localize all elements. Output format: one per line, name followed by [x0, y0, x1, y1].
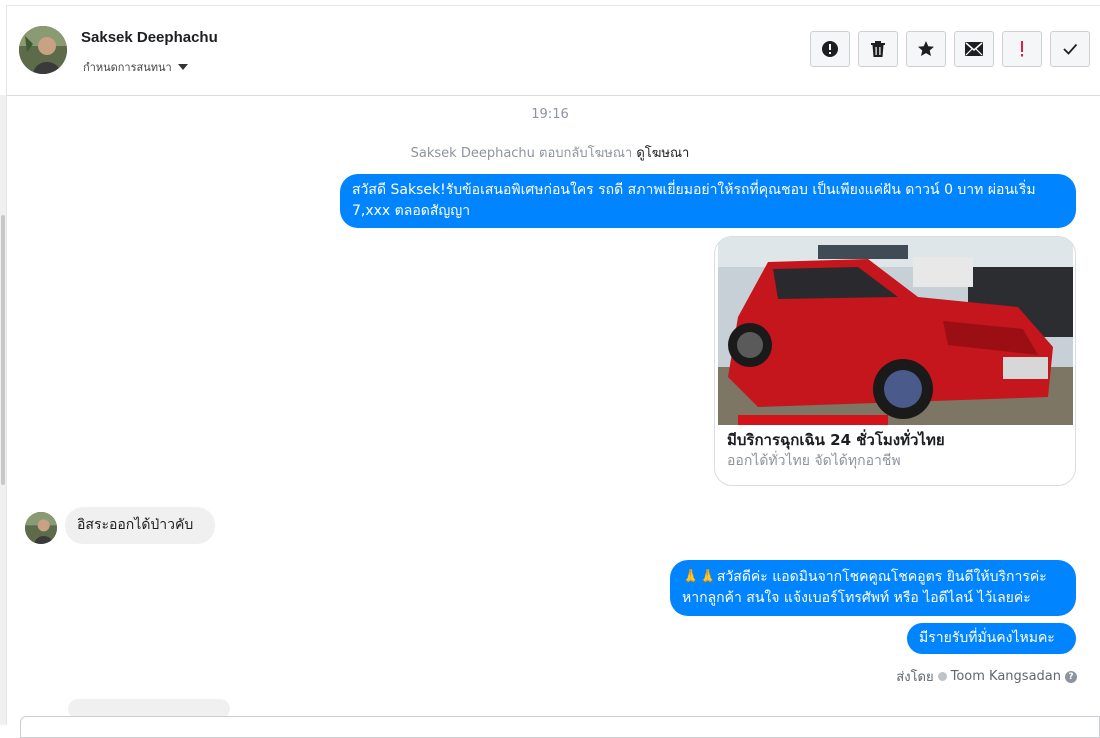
mark-done-button[interactable] — [1050, 31, 1090, 67]
conversation-header: Saksek Deephachu กำหนดการสนทนา — [7, 6, 1100, 96]
star-button[interactable] — [906, 31, 946, 67]
checkmark-icon — [1063, 43, 1078, 55]
envelope-icon — [965, 42, 983, 56]
ad-card-title: มีบริการฉุกเฉิน 24 ชั่วโมงทั่วไทย — [727, 431, 945, 449]
assign-conversation-dropdown[interactable]: กำหนดการสนทนา — [83, 58, 188, 76]
ad-reply-notice: Saksek Deephachu ตอบกลับโฆษณา ดูโฆษณา — [0, 142, 1100, 163]
sent-by-name: Toom Kangsadan — [950, 669, 1061, 684]
delete-button[interactable] — [858, 31, 898, 67]
mark-unread-button[interactable] — [954, 31, 994, 67]
outgoing-message: 🙏🙏สวัสดีค่ะ แอดมินจากโชคคูณโชคอูตร ยินดี… — [670, 560, 1076, 616]
exclamation-circle-icon — [822, 41, 838, 57]
message-composer[interactable] — [20, 716, 1100, 738]
red-pickup-truck-photo — [718, 237, 1073, 425]
contact-avatar[interactable] — [19, 26, 67, 74]
sent-by-label: ส่งโดย — [896, 670, 934, 685]
star-icon — [918, 41, 934, 56]
ad-card[interactable]: มีบริการฉุกเฉิน 24 ชั่วโมงทั่วไทย ออกได้… — [714, 236, 1076, 486]
contact-name[interactable]: Saksek Deephachu — [81, 29, 218, 46]
help-icon[interactable]: ? — [1065, 670, 1077, 683]
incoming-message: อิสระออกได้ป่าวคับ — [65, 507, 215, 544]
assign-conversation-label: กำหนดการสนทนา — [83, 61, 172, 74]
scrollbar-track[interactable] — [0, 95, 6, 725]
contact-avatar-small[interactable] — [25, 512, 57, 544]
scrollbar-thumb[interactable] — [1, 215, 5, 485]
ad-reply-text: Saksek Deephachu ตอบกลับโฆษณา — [410, 146, 633, 161]
message-timestamp: 19:16 — [531, 107, 569, 122]
page-check-icon — [937, 672, 947, 681]
ad-card-subtitle: ออกได้ทั่วไทย จัดได้ทุกอาชีพ — [727, 453, 901, 469]
sent-by-info: ส่งโดย Toom Kangsadan ? — [896, 666, 1077, 687]
trash-icon — [871, 41, 885, 57]
outgoing-message: สวัสดี Saksek!รับข้อเสนอพิเศษก่อนใคร รถด… — [340, 174, 1076, 228]
red-exclamation-icon — [1021, 41, 1023, 57]
caret-down-icon — [177, 64, 188, 70]
outgoing-message: มีรายรับที่มั่นคงไหมคะ — [907, 623, 1076, 654]
report-button[interactable] — [810, 31, 850, 67]
follow-up-button[interactable] — [1002, 31, 1042, 67]
view-ad-link[interactable]: ดูโฆษณา — [636, 146, 689, 161]
